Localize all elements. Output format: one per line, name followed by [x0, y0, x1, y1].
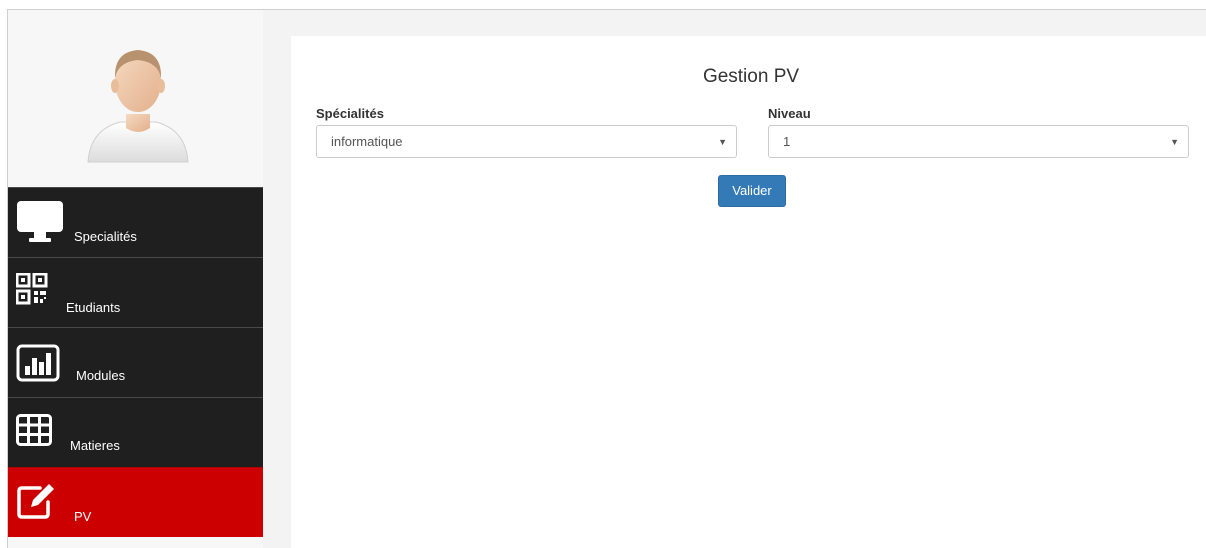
chevron-down-icon: ▼ — [718, 137, 727, 147]
bar-chart-icon — [16, 344, 60, 382]
sidebar-item-etudiants[interactable]: Etudiants — [8, 257, 263, 327]
profile-area — [8, 10, 263, 186]
niveau-select[interactable]: 1 ▼ — [768, 125, 1189, 158]
sidebar-item-label: Etudiants — [66, 300, 121, 315]
page-title: Gestion PV — [702, 66, 800, 87]
specialites-label: Spécialités — [316, 106, 384, 121]
sidebar-item-label: Specialités — [74, 229, 137, 244]
valider-button[interactable]: Valider — [718, 175, 786, 207]
sidebar-item-modules[interactable]: Modules — [8, 327, 263, 397]
sidebar-item-specialites[interactable]: Specialités — [8, 187, 263, 257]
edit-icon — [17, 484, 54, 519]
main-content: Gestion PV Spécialités informatique ▼ Ni… — [291, 36, 1206, 548]
sidebar: Specialités Etudiants Modules Matieres P… — [8, 10, 263, 548]
niveau-label: Niveau — [768, 106, 811, 121]
sidebar-menu: Specialités Etudiants Modules Matieres P… — [8, 187, 263, 537]
sidebar-item-label: PV — [74, 509, 92, 524]
specialites-select[interactable]: informatique ▼ — [316, 125, 737, 158]
chevron-down-icon: ▼ — [1170, 137, 1179, 147]
sidebar-item-label: Matieres — [70, 438, 120, 453]
sidebar-item-matieres[interactable]: Matieres — [8, 397, 263, 467]
sidebar-item-pv[interactable]: PV — [8, 467, 263, 537]
qr-code-icon — [16, 273, 48, 305]
sidebar-item-label: Modules — [76, 368, 126, 383]
monitor-icon — [17, 201, 63, 242]
specialites-selected-value: informatique — [331, 134, 403, 149]
user-avatar — [87, 50, 189, 163]
niveau-selected-value: 1 — [783, 134, 791, 149]
table-grid-icon — [16, 414, 52, 446]
